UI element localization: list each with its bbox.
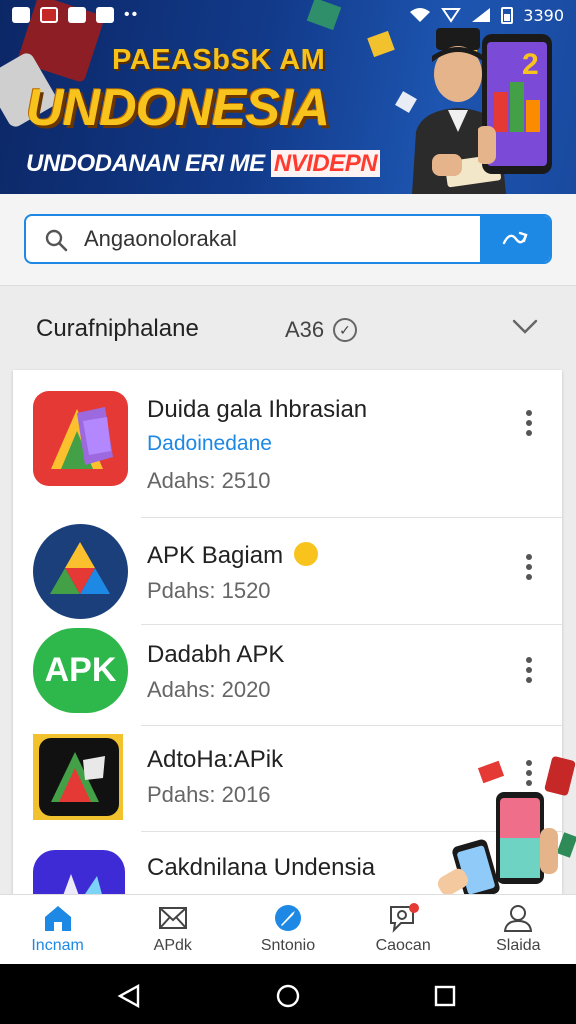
app-developer[interactable]: Dadoinedane — [147, 432, 272, 456]
system-navigation-bar — [0, 964, 576, 1024]
app-notification-icon — [40, 7, 58, 23]
search-bar — [24, 214, 552, 264]
more-notifications-icon: •• — [124, 6, 140, 23]
more-options-button[interactable] — [519, 406, 539, 440]
app-name: Dadabh APK — [147, 641, 285, 668]
home-icon — [44, 906, 71, 931]
app-icon-adtoha — [33, 734, 123, 820]
chat-icon — [390, 903, 420, 933]
list-item[interactable]: APK Dadabh APK Adahs: 2020 — [13, 625, 562, 725]
home-circle-icon[interactable] — [275, 984, 301, 1008]
nav-item-profile[interactable]: Slaida — [461, 895, 576, 965]
app-meta: Adahs: 2020 — [147, 677, 271, 702]
search-submit-button[interactable] — [480, 216, 550, 262]
promo-phones-illustration — [437, 756, 576, 898]
app-icon-apk: APK — [33, 628, 128, 713]
recents-icon[interactable] — [432, 984, 458, 1008]
app-name-text: APK Bagiam — [147, 542, 284, 569]
nav-label: Incnam — [31, 937, 84, 954]
more-options-button[interactable] — [519, 653, 539, 687]
profile-icon — [504, 905, 533, 932]
category-dropdown[interactable]: Curafniphalane A36 ✓ — [0, 287, 576, 369]
signal-icon — [472, 8, 491, 22]
banner-subtitle-text: UNDODANAN ERI ME — [26, 150, 265, 177]
nav-label: Slaida — [496, 937, 541, 954]
app-icon-label: APK — [44, 651, 117, 689]
bottom-navigation: Incnam APdk Sntonio Caocan Slaida — [0, 894, 576, 964]
app-icon-cakdnilana — [33, 850, 125, 894]
app-meta: Pdahs: 2016 — [147, 782, 271, 807]
notification-icon — [12, 7, 30, 23]
app-meta: Adahs: 2510 — [147, 468, 271, 493]
nav-item-chat[interactable]: Caocan — [346, 895, 461, 965]
banner-title-line-2: UNDONESIA — [26, 79, 330, 137]
svg-text:2: 2 — [522, 48, 539, 81]
mail-icon — [158, 907, 187, 929]
battery-icon — [501, 7, 514, 24]
category-code: A36 — [285, 317, 325, 342]
nav-item-home[interactable]: Incnam — [0, 895, 115, 965]
nav-item-apk[interactable]: APdk — [115, 895, 230, 965]
back-icon[interactable] — [116, 984, 142, 1008]
decor-cube-gold — [367, 30, 395, 58]
hero-banner[interactable]: •• 3390 PAEASbSK AM UNDONESIA UNDODANAN … — [0, 0, 576, 194]
nav-label: APdk — [153, 937, 192, 954]
banner-subtitle: UNDODANAN ERI ME NVIDEPN — [26, 150, 381, 178]
category-label: Curafniphalane — [36, 315, 199, 342]
app-name: AdtoHa:APik — [147, 746, 284, 773]
category-badge-icon: ✓ — [333, 318, 357, 342]
app-meta: Pdahs: 1520 — [147, 578, 271, 603]
chevron-down-icon[interactable] — [512, 319, 538, 335]
nav-item-explore[interactable]: Sntonio — [230, 895, 345, 965]
more-options-button[interactable] — [519, 550, 539, 584]
wifi-icon — [410, 8, 431, 22]
emoji-badge-icon — [293, 542, 318, 566]
list-item[interactable]: APK Bagiam Pdahs: 1520 — [13, 518, 562, 625]
image-notification-icon — [96, 7, 114, 23]
gallery-notification-icon — [68, 7, 86, 23]
banner-phone-illustration: 2 — [478, 34, 552, 174]
list-item[interactable]: Duida gala Ihbrasian Dadoinedane Adahs: … — [13, 370, 562, 518]
nav-label: Sntonio — [260, 937, 316, 954]
search-section — [0, 194, 576, 286]
status-time: 3390 — [523, 5, 564, 25]
data-icon — [441, 8, 462, 23]
nav-label: Caocan — [375, 937, 431, 954]
banner-title-line-1: PAEASbSK AM — [112, 44, 326, 76]
status-bar: •• 3390 — [0, 0, 576, 30]
app-name: Duida gala Ihbrasian — [147, 396, 368, 423]
search-input[interactable] — [84, 216, 480, 262]
banner-subtitle-highlight: NVIDEPN — [270, 150, 381, 177]
app-icon-drive — [33, 524, 128, 619]
compass-icon — [274, 905, 301, 931]
app-name: Cakdnilana Undensia — [147, 854, 376, 881]
app-name: APK Bagiam — [147, 542, 318, 570]
search-icon — [45, 229, 68, 252]
search-submit-icon — [502, 231, 528, 245]
app-icon-duida — [33, 391, 128, 486]
